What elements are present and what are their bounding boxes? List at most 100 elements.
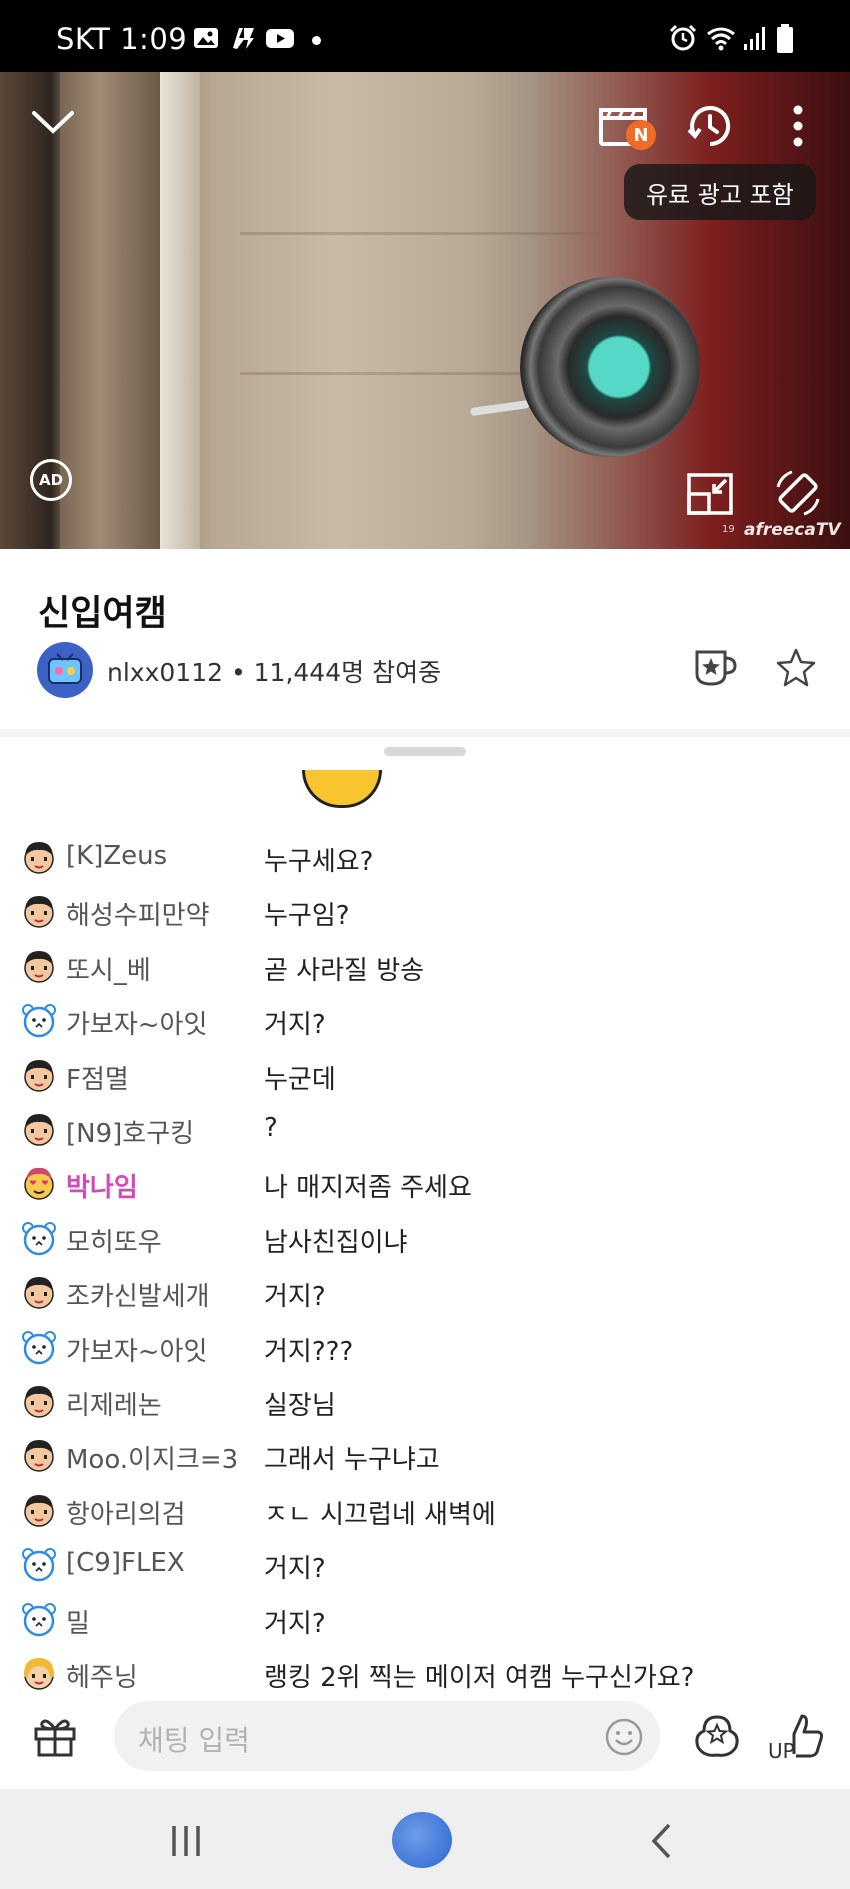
chat-message[interactable]: 조카신발세개 거지? xyxy=(0,1265,850,1319)
chat-message-text: 누구임? xyxy=(264,901,350,932)
chat-message-text: 거지? xyxy=(264,1554,326,1585)
chat-message[interactable]: F점멸 누군데 xyxy=(0,1048,850,1102)
broadcast-info: 신입여캠 nlxx0112 • 11,444명 참여중 xyxy=(0,549,850,729)
chat-nickname[interactable]: 모히또우 xyxy=(66,1222,162,1259)
chat-message[interactable]: 모히또우 남사친집이냐 xyxy=(0,1211,850,1265)
ad-badge[interactable]: AD xyxy=(30,459,72,501)
chat-message-text: 거지??? xyxy=(264,1336,354,1367)
chat-message[interactable]: 리제레논 실장님 xyxy=(0,1374,850,1428)
chat-message[interactable]: 해성수피만약 누구임? xyxy=(0,884,850,938)
gift-button[interactable] xyxy=(30,1711,80,1761)
chat-message[interactable]: [N9]호구킹? xyxy=(0,1102,850,1156)
bear-face-icon xyxy=(21,1601,57,1637)
collapse-button[interactable] xyxy=(26,102,80,142)
age-rating-mark: 19 xyxy=(722,524,735,535)
recent-apps-button[interactable] xyxy=(160,1819,212,1863)
chat-nickname[interactable]: 가보자~아잇 xyxy=(66,1004,207,1041)
chat-nickname[interactable]: [N9]호구킹 xyxy=(66,1113,194,1150)
picture-in-picture-icon xyxy=(687,473,733,515)
thumbs-up-icon: UP xyxy=(768,1714,824,1763)
clock-history-icon xyxy=(687,106,731,147)
chat-nickname[interactable]: 박나임 xyxy=(66,1167,138,1204)
boy-face-icon xyxy=(21,1111,57,1147)
chat-message[interactable]: 또시_베 곧 사라질 방송 xyxy=(0,939,850,993)
chat-nickname[interactable]: [C9]FLEX xyxy=(66,1548,185,1578)
home-button[interactable] xyxy=(392,1812,452,1868)
chat-nickname[interactable]: 해성수피만약 xyxy=(66,895,210,932)
chat-message[interactable]: [K]Zeus 누구세요? xyxy=(0,830,850,884)
chat-message[interactable]: 박나임 나 매지저좀 주세요 xyxy=(0,1156,850,1210)
favorite-button[interactable] xyxy=(772,643,820,691)
chat-nickname[interactable]: [K]Zeus xyxy=(66,841,167,871)
chat-message-text: ? xyxy=(264,1113,278,1143)
rotate-icon xyxy=(776,470,820,516)
gallery-notification-icon xyxy=(194,28,218,48)
chat-message[interactable]: 가보자~아잇 거지? xyxy=(0,993,850,1047)
bear-face-icon xyxy=(21,1546,57,1582)
chat-input[interactable]: 채팅 입력 xyxy=(114,1701,660,1771)
chat-message[interactable]: 헤주닝 랭킹 2위 찍는 메이저 여캠 누구신가요? xyxy=(0,1646,850,1699)
balloon-button[interactable] xyxy=(690,1709,744,1763)
status-bar: SKT 1:09 xyxy=(0,0,850,72)
alarm-icon xyxy=(669,24,697,51)
chat-message[interactable]: 밀 거지? xyxy=(0,1592,850,1646)
chat-nickname[interactable]: F점멸 xyxy=(66,1059,129,1096)
back-chevron-icon xyxy=(651,1823,671,1859)
battery-icon xyxy=(777,24,793,53)
afreecatv-watermark: afreecaTV xyxy=(744,520,841,540)
chat-message-text: 나 매지저좀 주세요 xyxy=(264,1173,472,1204)
chat-message[interactable]: Moo.이지크=3 그래서 누구냐고 xyxy=(0,1428,850,1482)
gift-icon xyxy=(34,1719,76,1757)
history-button[interactable] xyxy=(684,100,736,152)
chat-nickname[interactable]: 리제레논 xyxy=(66,1385,162,1422)
chat-message-text: 실장님 xyxy=(264,1391,336,1421)
chat-drag-handle[interactable] xyxy=(384,747,466,756)
back-button[interactable] xyxy=(640,1819,684,1863)
rotate-screen-button[interactable] xyxy=(770,465,826,521)
boy-face-icon xyxy=(21,1383,57,1419)
chat-message[interactable]: [C9]FLEX 거지? xyxy=(0,1537,850,1591)
minimize-player-button[interactable] xyxy=(684,469,736,519)
chat-message[interactable]: 가보자~아잇 거지??? xyxy=(0,1320,850,1374)
chat-message[interactable]: 항아리의검 ㅈㄴ 시끄럽네 새벽에 xyxy=(0,1483,850,1537)
bear-face-icon xyxy=(21,1002,57,1038)
chat-message-text: 곧 사라질 방송 xyxy=(264,955,425,986)
video-scene-purifier xyxy=(520,277,700,457)
chat-nickname[interactable]: 조카신발세개 xyxy=(66,1276,210,1313)
video-scene-tile xyxy=(240,232,600,235)
wifi-icon xyxy=(707,27,735,51)
boy-face-icon xyxy=(21,1057,57,1093)
chat-nickname[interactable]: 밀 xyxy=(66,1603,90,1640)
more-vertical-icon xyxy=(793,105,803,147)
streamer-avatar[interactable] xyxy=(37,642,93,698)
youtube-notification-icon xyxy=(266,29,294,48)
star-outline-icon xyxy=(776,648,816,687)
chat-input-placeholder: 채팅 입력 xyxy=(138,1724,250,1757)
video-scene-handle xyxy=(469,399,531,417)
streamer-meta[interactable]: nlxx0112 • 11,444명 참여중 xyxy=(107,653,441,689)
chat-message-text: 거지? xyxy=(264,1010,326,1041)
up-button[interactable]: UP xyxy=(766,1707,826,1765)
chat-message-text: 남사친집이냐 xyxy=(264,1227,408,1258)
chat-nickname[interactable]: 헤주닝 xyxy=(66,1657,138,1694)
chat-nickname[interactable]: 가보자~아잇 xyxy=(66,1331,207,1368)
chat-nickname[interactable]: Moo.이지크=3 xyxy=(66,1439,238,1476)
emoji-icon[interactable] xyxy=(604,1717,644,1757)
chat-panel[interactable]: [K]Zeus 누구세요? 해성수피만약 누구임? 또시_베 곧 사라질 방송가보자~아잇… xyxy=(0,737,850,1699)
chat-nickname[interactable]: 항아리의검 xyxy=(66,1494,186,1531)
chat-nickname[interactable]: 또시_베 xyxy=(66,950,151,987)
star-balloon-icon xyxy=(695,1715,739,1757)
boy-face-icon xyxy=(21,893,57,929)
new-badge: N xyxy=(626,120,656,150)
up-label: UP xyxy=(768,1739,795,1763)
system-nav-bar xyxy=(0,1789,850,1889)
section-divider xyxy=(0,729,850,737)
video-player[interactable]: N 유료 광고 포함 AD 19 afreecaTV xyxy=(0,72,850,549)
video-scene-frame xyxy=(160,72,200,549)
chat-message-text: 거지? xyxy=(264,1282,326,1313)
recent-apps-icon xyxy=(172,1826,200,1856)
signal-icon xyxy=(744,27,765,50)
subscribe-button[interactable] xyxy=(692,643,740,691)
heart-eyes-icon xyxy=(21,1165,57,1201)
more-options-button[interactable] xyxy=(780,100,816,152)
